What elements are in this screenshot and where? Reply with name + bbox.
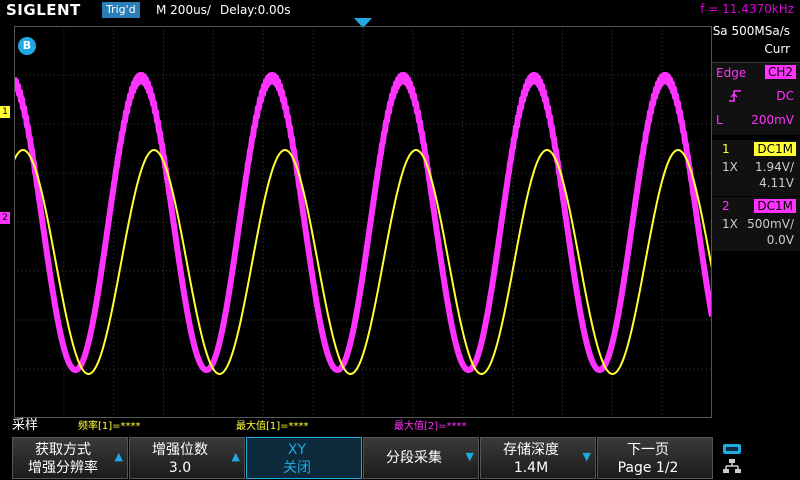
delay-readout[interactable]: Delay:0.00s xyxy=(220,2,291,18)
channel2-scale: 500mV/ xyxy=(747,217,794,231)
sample-rate: Sa 500MSa/s xyxy=(712,24,790,38)
measurement-status-bar: 采样 频率[1]=**** 最大值[1]=**** 最大值[2]=**** xyxy=(0,418,800,436)
softkey-segmented-acquire[interactable]: 分段采集 ▼ xyxy=(363,437,479,479)
softkey-label: XY xyxy=(287,442,307,458)
timebase-readout[interactable]: M 200us/ xyxy=(156,2,211,18)
softkey-next-page[interactable]: 下一页 Page 1/2 xyxy=(597,437,713,479)
channel2-offset: 0.0V xyxy=(766,233,794,247)
top-bar: SIGLENT Trig'd M 200us/ Delay:0.00s f = … xyxy=(0,0,800,20)
softkey-value: 1.4M xyxy=(513,460,549,476)
network-icon xyxy=(722,458,742,474)
softkey-bar: 获取方式 增强分辨率 ▲ 增强位数 3.0 ▲ XY 关闭 分段采集 ▼ 存储深… xyxy=(0,436,800,480)
b-marker-icon[interactable]: B xyxy=(18,37,36,55)
trigger-level: 200mV xyxy=(751,113,794,127)
trigger-status-badge: Trig'd xyxy=(102,2,140,18)
channel1-probe: 1X xyxy=(722,160,738,174)
brand-logo: SIGLENT xyxy=(6,1,81,19)
channel1-offset-marker[interactable]: 1 xyxy=(0,106,10,118)
usb-icon xyxy=(722,440,742,454)
softkey-enhance-bits[interactable]: 增强位数 3.0 ▲ xyxy=(129,437,245,479)
trigger-coupling: DC xyxy=(776,89,794,103)
softkey-label: 分段采集 xyxy=(386,450,442,466)
softkey-acquire-mode[interactable]: 获取方式 增强分辨率 ▲ xyxy=(12,437,128,479)
measurement-2: 最大值[1]=**** xyxy=(236,421,309,432)
channel2-coupling: DC1M xyxy=(754,199,796,213)
trigger-type: Edge xyxy=(716,66,747,80)
arrow-down-icon: ▼ xyxy=(465,450,474,463)
softkey-label: 下一页 xyxy=(627,442,669,458)
softkey-value: 增强分辨率 xyxy=(28,460,98,476)
arrow-up-icon: ▲ xyxy=(231,450,240,463)
channel2-probe: 1X xyxy=(722,217,738,231)
channel2-number: 2 xyxy=(722,199,730,213)
acquisition-info: Sa 500MSa/s Curr 1.40Mpts xyxy=(712,22,800,74)
softkey-label: 获取方式 xyxy=(35,442,91,458)
softkey-value: 3.0 xyxy=(168,460,192,476)
softkey-label: 存储深度 xyxy=(503,442,559,458)
grid-frame xyxy=(14,26,712,418)
softkey-label: 增强位数 xyxy=(152,442,208,458)
channel1-offset: 4.11V xyxy=(759,176,794,190)
measurement-1: 频率[1]=**** xyxy=(78,421,141,432)
frequency-readout: f = 11.4370kHz xyxy=(700,2,794,16)
trigger-level-label: L xyxy=(716,113,723,127)
acquisition-mode-label: 采样 xyxy=(12,418,39,433)
softkey-xy[interactable]: XY 关闭 xyxy=(246,437,362,479)
trigger-source: CH2 xyxy=(764,65,796,79)
rising-edge-icon xyxy=(728,88,742,102)
channel1-panel[interactable]: 1 DC1M 1X 1.94V/ 4.11V xyxy=(712,140,800,196)
trigger-panel[interactable]: Edge CH2 DC L 200mV xyxy=(712,62,800,135)
memory-depth: Curr 1.40Mpts xyxy=(734,42,790,74)
channel2-offset-marker[interactable]: 2 xyxy=(0,212,10,224)
softkey-value: Page 1/2 xyxy=(617,460,679,476)
channel1-scale: 1.94V/ xyxy=(755,160,794,174)
channel2-panel[interactable]: 2 DC1M 1X 500mV/ 0.0V xyxy=(712,197,800,251)
arrow-down-icon: ▼ xyxy=(582,450,591,463)
softkey-memory-depth[interactable]: 存储深度 1.4M ▼ xyxy=(480,437,596,479)
softkey-value: 关闭 xyxy=(283,460,311,476)
channel1-number: 1 xyxy=(722,142,730,156)
measurement-3: 最大值[2]=**** xyxy=(394,421,467,432)
channel1-coupling: DC1M xyxy=(754,142,796,156)
arrow-up-icon: ▲ xyxy=(114,450,123,463)
